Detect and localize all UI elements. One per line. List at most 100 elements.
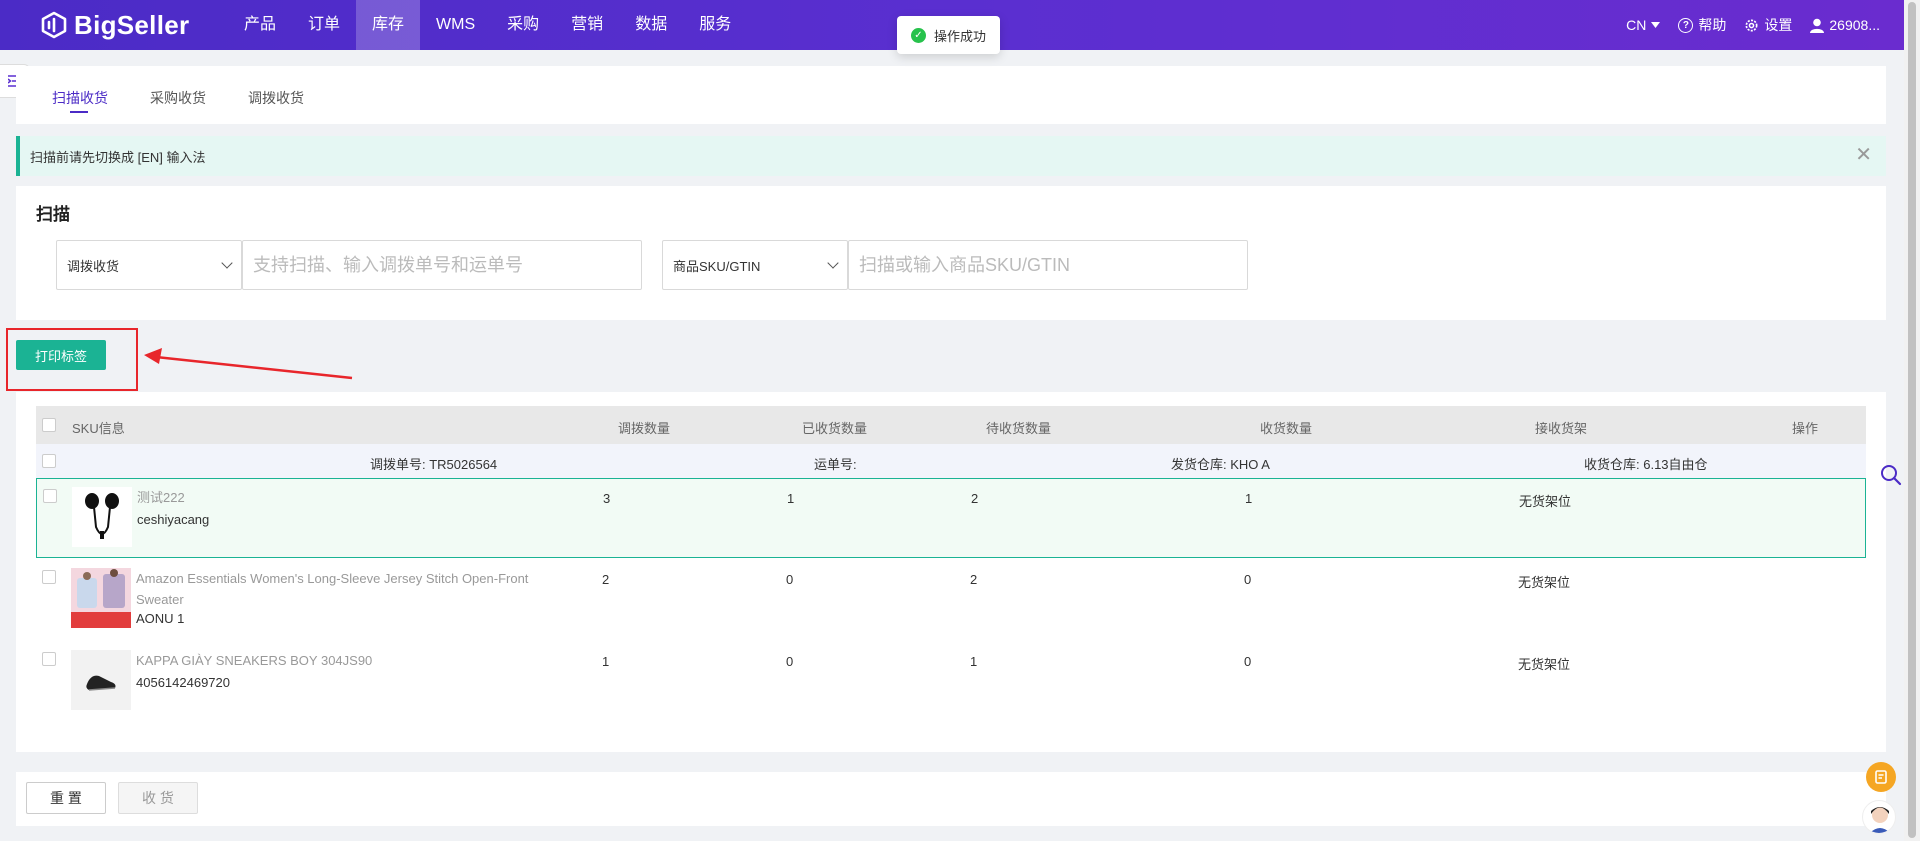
- col-received-qty: 已收货数量: [802, 421, 868, 436]
- pending-qty: 2: [970, 572, 978, 587]
- receive-qty[interactable]: 0: [1244, 654, 1251, 669]
- sku-input[interactable]: [848, 240, 1248, 290]
- success-toast: ✓ 操作成功: [897, 16, 1001, 54]
- order-number-input[interactable]: [242, 240, 642, 290]
- settings-label: 设置: [1764, 17, 1793, 33]
- nav-purchase[interactable]: 采购: [491, 0, 555, 50]
- transfer-qty: 1: [602, 654, 610, 669]
- product-sku: ceshiyacang: [137, 512, 210, 527]
- received-qty: 1: [787, 491, 795, 506]
- table-header: SKU信息 调拨数量 已收货数量 待收货数量 收货数量 接收货架 操作: [36, 406, 1866, 444]
- chevron-down-icon: [827, 257, 839, 269]
- vertical-scrollbar[interactable]: [1904, 0, 1920, 841]
- help-label: 帮助: [1698, 17, 1727, 33]
- row-checkbox[interactable]: [42, 652, 56, 666]
- sku-field[interactable]: [859, 254, 1247, 276]
- feedback-icon[interactable]: [1866, 762, 1896, 792]
- settings-link[interactable]: 设置: [1744, 15, 1792, 35]
- nav-orders[interactable]: 订单: [292, 0, 356, 50]
- from-warehouse: 发货仓库: KHO A: [1171, 457, 1270, 472]
- alert-text: 扫描前请先切换成 [EN] 输入法: [30, 149, 206, 165]
- support-agent-icon: [1869, 807, 1891, 833]
- earphones-icon: [72, 487, 132, 547]
- search-icon[interactable]: [1880, 464, 1902, 486]
- main-nav: 产品 订单 库存 WMS 采购 营销 数据 服务: [228, 0, 747, 50]
- gear-icon: [1745, 19, 1758, 31]
- close-icon[interactable]: ✕: [1855, 145, 1872, 165]
- language-switcher[interactable]: CN: [1626, 17, 1661, 33]
- product-name[interactable]: 测试222: [137, 487, 567, 508]
- sneaker-icon: [71, 650, 131, 710]
- note-icon: [1875, 770, 1887, 784]
- bigseller-logo-icon: [41, 11, 67, 39]
- product-name[interactable]: Amazon Essentials Women's Long-Sleeve Je…: [136, 568, 566, 610]
- annotation-arrow-icon: [144, 348, 353, 380]
- product-name[interactable]: KAPPA GIÀY SNEAKERS BOY 304JS90: [136, 650, 566, 671]
- brand-name: BigSeller: [74, 9, 190, 40]
- chevron-down-icon: [221, 257, 233, 269]
- caret-down-icon: [1651, 22, 1661, 28]
- transfer-qty: 3: [603, 491, 611, 506]
- receive-table: SKU信息 调拨数量 已收货数量 待收货数量 收货数量 接收货架 操作 调拨单号…: [16, 392, 1886, 752]
- print-label-button[interactable]: 打印标签: [16, 340, 106, 370]
- shelf-value: 无货架位: [1518, 657, 1571, 672]
- to-warehouse: 收货仓库: 6.13自由仓: [1584, 457, 1708, 472]
- transfer-group-row: 调拨单号: TR5026564 运单号: 发货仓库: KHO A 收货仓库: 6…: [36, 444, 1866, 478]
- help-icon: ?: [1678, 17, 1694, 33]
- user-menu[interactable]: 26908...: [1810, 17, 1880, 33]
- col-receive-qty: 收货数量: [1260, 421, 1313, 436]
- col-pending-qty: 待收货数量: [986, 421, 1052, 436]
- toast-text: 操作成功: [934, 28, 987, 44]
- scrollbar-thumb[interactable]: [1908, 2, 1916, 838]
- receive-button[interactable]: 收 货: [118, 782, 198, 814]
- nav-wms[interactable]: WMS: [420, 0, 491, 50]
- user-icon: [1810, 18, 1825, 33]
- product-sku: 4056142469720: [136, 675, 230, 690]
- help-link[interactable]: ? 帮助: [1678, 15, 1726, 35]
- nav-marketing[interactable]: 营销: [555, 0, 619, 50]
- active-tab-indicator: [70, 111, 88, 113]
- order-number-field[interactable]: [253, 254, 641, 276]
- reset-button[interactable]: 重 置: [26, 782, 106, 814]
- check-circle-icon: ✓: [911, 27, 926, 43]
- received-qty: 0: [786, 654, 794, 669]
- nav-products[interactable]: 产品: [228, 0, 292, 50]
- row-checkbox[interactable]: [42, 570, 56, 584]
- pending-qty: 1: [970, 654, 978, 669]
- sweater-icon: [71, 568, 131, 628]
- brand-logo[interactable]: BigSeller: [40, 9, 189, 41]
- receive-type-select[interactable]: 调拨收货: [56, 240, 242, 290]
- group-checkbox[interactable]: [42, 454, 56, 468]
- receive-qty[interactable]: 1: [1245, 491, 1252, 506]
- header-actions: CN ? 帮助 设置 26908...: [1626, 0, 1880, 50]
- shelf-value: 无货架位: [1518, 575, 1571, 590]
- bottom-action-bar: 重 置 收 货: [16, 772, 1886, 826]
- product-sku: AONU 1: [136, 611, 185, 626]
- tab-transfer-receive[interactable]: 调拨收货: [248, 88, 304, 108]
- tab-scan-receive[interactable]: 扫描收货: [52, 88, 108, 108]
- nav-services[interactable]: 服务: [683, 0, 747, 50]
- col-actions: 操作: [1792, 421, 1819, 436]
- col-shelf: 接收货架: [1535, 421, 1588, 436]
- table-row[interactable]: KAPPA GIÀY SNEAKERS BOY 304JS90 40561424…: [36, 642, 1866, 722]
- table-row[interactable]: Amazon Essentials Women's Long-Sleeve Je…: [36, 560, 1866, 640]
- col-sku-info: SKU信息: [72, 421, 125, 436]
- nav-inventory[interactable]: 库存: [356, 0, 421, 50]
- product-image-earphones: [72, 487, 132, 547]
- receive-qty[interactable]: 0: [1244, 572, 1251, 587]
- sku-type-select[interactable]: 商品SKU/GTIN: [662, 240, 848, 290]
- product-image-sweater: [71, 568, 131, 628]
- sku-type-value: 商品SKU/GTIN: [673, 258, 761, 274]
- table-row[interactable]: 测试222 ceshiyacang 3 1 2 1 无货架位: [36, 478, 1866, 558]
- nav-data[interactable]: 数据: [619, 0, 683, 50]
- select-all-checkbox[interactable]: [42, 418, 56, 432]
- scan-panel: 扫描 调拨收货 商品SKU/GTIN: [16, 186, 1886, 320]
- tab-purchase-receive[interactable]: 采购收货: [150, 88, 206, 108]
- receive-type-value: 调拨收货: [67, 258, 120, 274]
- transfer-number: 调拨单号: TR5026564: [370, 457, 498, 472]
- pending-qty: 2: [971, 491, 979, 506]
- row-checkbox[interactable]: [43, 489, 57, 503]
- support-avatar[interactable]: [1862, 800, 1896, 834]
- shelf-value: 无货架位: [1519, 494, 1572, 509]
- receiving-tabs: 扫描收货 采购收货 调拨收货: [16, 66, 1886, 124]
